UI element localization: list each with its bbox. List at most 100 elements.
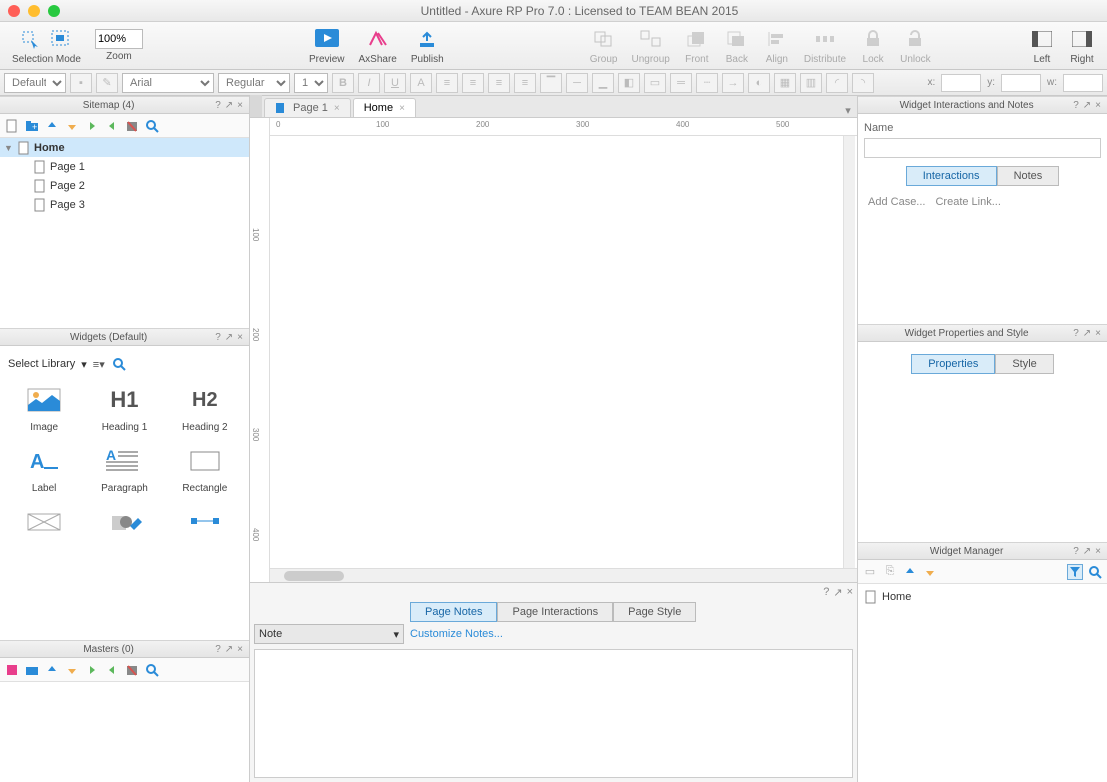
move-down-icon[interactable] (64, 662, 80, 678)
font-combo[interactable]: Arial (122, 73, 214, 93)
canvas[interactable] (270, 136, 857, 568)
fontcolor-button[interactable]: A (410, 73, 432, 93)
search-icon[interactable] (111, 356, 127, 372)
interactions-link[interactable]: Add Case... (868, 196, 925, 208)
align-left-button[interactable]: ≡ (462, 73, 484, 93)
filter-icon[interactable] (1067, 564, 1083, 580)
arrow-button[interactable]: → (722, 73, 744, 93)
close-panel-icon[interactable]: × (235, 332, 245, 343)
sitemap-root-row[interactable]: ▼ Home (0, 138, 249, 157)
sitemap-page-row[interactable]: Page 2 (0, 176, 249, 195)
outer-shadow-button[interactable]: ▦ (774, 73, 796, 93)
wm-item[interactable]: Home (862, 588, 1103, 606)
customize-notes-link[interactable]: Customize Notes... (410, 628, 503, 640)
add-folder-icon[interactable]: + (24, 118, 40, 134)
document-tab[interactable]: Home× (353, 98, 416, 117)
underline-button[interactable]: U (384, 73, 406, 93)
pin-icon[interactable]: ↗ (223, 644, 235, 655)
move-down-icon[interactable] (64, 118, 80, 134)
close-panel-icon[interactable]: × (1093, 328, 1103, 339)
move-up-icon[interactable] (44, 662, 60, 678)
search-icon[interactable] (1087, 564, 1103, 580)
close-tab-icon[interactable]: × (334, 103, 340, 114)
preview-group[interactable]: Preview (303, 24, 351, 67)
brush-icon[interactable]: ✎ (96, 73, 118, 93)
widget-item[interactable] (86, 504, 162, 540)
pin-icon[interactable]: ↗ (1081, 546, 1093, 557)
dock-left-group[interactable]: Left (1023, 24, 1061, 67)
properties-tab[interactable]: Style (995, 354, 1053, 374)
widget-item[interactable] (6, 504, 82, 540)
valign-bot-button[interactable]: ▁ (592, 73, 614, 93)
zoom-input[interactable] (95, 29, 143, 49)
corner-left-button[interactable]: ◜ (826, 73, 848, 93)
sitemap-page-row[interactable]: Page 1 (0, 157, 249, 176)
help-icon[interactable]: ? (823, 586, 829, 598)
add-folder-icon[interactable] (24, 662, 40, 678)
select-intersect-icon[interactable] (18, 26, 44, 52)
help-icon[interactable]: ? (213, 332, 223, 343)
publish-group[interactable]: Publish (405, 24, 450, 67)
linestyle-button[interactable]: ┄ (696, 73, 718, 93)
move-left-icon[interactable] (104, 662, 120, 678)
wm-copy-icon[interactable]: ⎘ (882, 564, 898, 580)
pin-icon[interactable]: ↗ (223, 100, 235, 111)
help-icon[interactable]: ? (1071, 328, 1081, 339)
properties-tab[interactable]: Properties (911, 354, 995, 374)
widget-item[interactable]: Rectangle (167, 443, 243, 494)
linecolor-button[interactable]: ▭ (644, 73, 666, 93)
chevron-down-icon[interactable]: ▾ (81, 358, 87, 371)
select-library-label[interactable]: Select Library (8, 358, 75, 370)
minimize-window-button[interactable] (28, 5, 40, 17)
valign-mid-button[interactable]: ─ (566, 73, 588, 93)
page-panel-tab[interactable]: Page Notes (410, 602, 497, 622)
close-tab-icon[interactable]: × (399, 103, 405, 114)
move-up-icon[interactable] (44, 118, 60, 134)
pin-icon[interactable]: ↗ (833, 586, 842, 599)
wm-down-icon[interactable] (922, 564, 938, 580)
vertical-scrollbar[interactable] (843, 136, 855, 568)
move-right-icon[interactable] (84, 662, 100, 678)
close-panel-icon[interactable]: × (847, 586, 853, 598)
horizontal-scrollbar[interactable] (270, 568, 857, 582)
close-panel-icon[interactable]: × (235, 100, 245, 111)
widget-name-input[interactable] (864, 138, 1101, 158)
widget-item[interactable]: H1Heading 1 (86, 382, 162, 433)
help-icon[interactable]: ? (1071, 546, 1081, 557)
weight-combo[interactable]: Regular (218, 73, 290, 93)
help-icon[interactable]: ? (213, 100, 223, 111)
search-icon[interactable] (144, 118, 160, 134)
bold-button[interactable]: B (332, 73, 354, 93)
interactions-tab[interactable]: Notes (997, 166, 1060, 186)
collapse-icon[interactable]: ▼ (4, 143, 14, 153)
help-icon[interactable]: ? (213, 644, 223, 655)
interactions-link[interactable]: Create Link... (935, 196, 1000, 208)
note-textarea[interactable] (254, 649, 853, 778)
pin-icon[interactable]: ↗ (1081, 100, 1093, 111)
w-input[interactable] (1063, 74, 1103, 92)
widget-item[interactable]: AParagraph (86, 443, 162, 494)
maximize-window-button[interactable] (48, 5, 60, 17)
fill-button[interactable]: ◧ (618, 73, 640, 93)
widget-item[interactable]: H2Heading 2 (167, 382, 243, 433)
close-panel-icon[interactable]: × (235, 644, 245, 655)
close-window-button[interactable] (8, 5, 20, 17)
align-right-button[interactable]: ≡ (514, 73, 536, 93)
delete-icon[interactable] (124, 662, 140, 678)
align-center-button[interactable]: ≡ (488, 73, 510, 93)
valign-top-button[interactable]: ▔ (540, 73, 562, 93)
bullets-button[interactable]: ≡ (436, 73, 458, 93)
move-left-icon[interactable] (104, 118, 120, 134)
inner-shadow-button[interactable]: ▥ (800, 73, 822, 93)
add-master-icon[interactable] (4, 662, 20, 678)
tab-overflow-icon[interactable]: ▾ (839, 104, 857, 117)
close-panel-icon[interactable]: × (1093, 546, 1103, 557)
select-contain-icon[interactable] (48, 26, 74, 52)
y-input[interactable] (1001, 74, 1041, 92)
linewidth-button[interactable]: ═ (670, 73, 692, 93)
add-page-icon[interactable] (4, 118, 20, 134)
x-input[interactable] (941, 74, 981, 92)
page-panel-tab[interactable]: Page Interactions (497, 602, 613, 622)
note-select[interactable]: Note ▾ (254, 624, 404, 644)
page-panel-tab[interactable]: Page Style (613, 602, 696, 622)
